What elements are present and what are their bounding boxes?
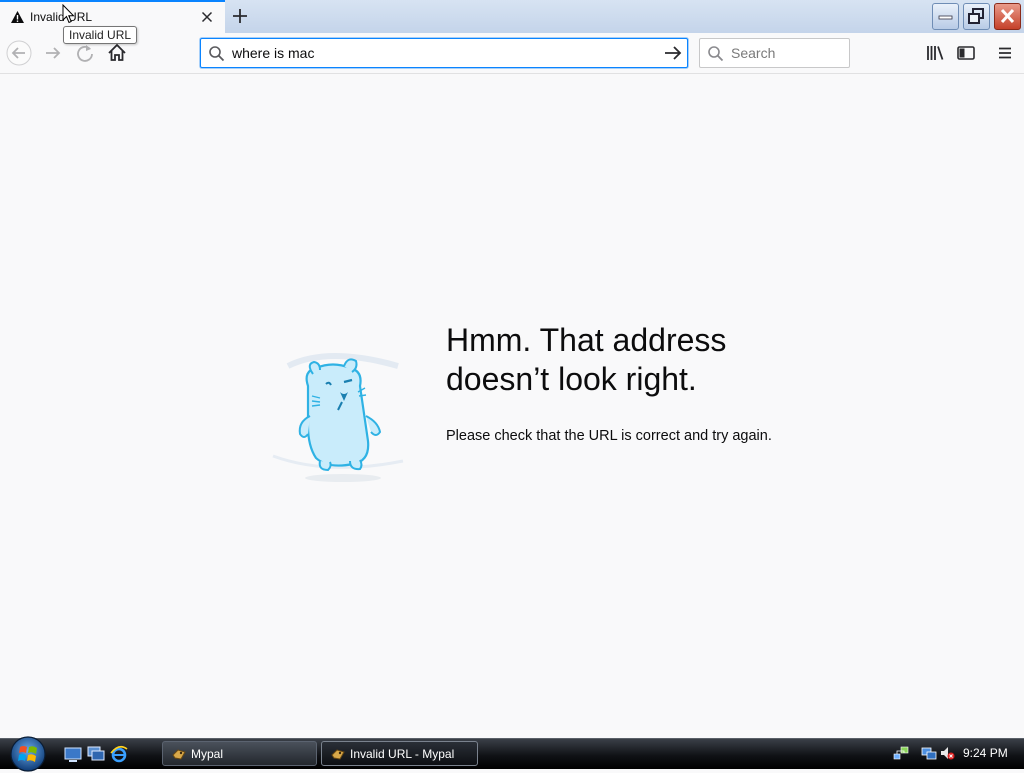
close-icon <box>1000 8 1015 24</box>
error-description: Please check that the URL is correct and… <box>446 428 772 444</box>
url-input[interactable] <box>232 42 652 64</box>
library-icon[interactable] <box>922 40 948 66</box>
start-button-windows-orb-icon[interactable] <box>9 735 47 773</box>
error-page: Hmm. That address doesn’t look right. Pl… <box>0 74 1024 738</box>
navigation-toolbar <box>0 33 1024 74</box>
task-label: Mypal <box>191 747 224 761</box>
minimize-button[interactable] <box>932 3 959 30</box>
restore-button[interactable] <box>963 3 990 30</box>
task-label: Invalid URL - Mypal <box>350 747 455 761</box>
network-connection-icon[interactable] <box>921 745 937 761</box>
search-bar[interactable] <box>699 38 850 68</box>
taskbar-item-invalid-url-mypal[interactable]: Invalid URL - Mypal <box>321 741 478 766</box>
system-clock[interactable]: 9:24 PM <box>963 746 1008 760</box>
show-desktop-icon[interactable] <box>64 745 82 763</box>
new-tab-plus-icon[interactable] <box>229 5 251 27</box>
minimize-icon <box>938 15 953 20</box>
network-status-icon[interactable] <box>893 745 909 761</box>
mypal-app-icon <box>172 749 186 760</box>
error-title: Hmm. That address doesn’t look right. <box>446 322 727 397</box>
hamburger-menu-icon[interactable] <box>992 40 1018 66</box>
search-input[interactable] <box>731 43 841 63</box>
go-arrow-icon[interactable] <box>663 44 683 62</box>
close-window-button[interactable] <box>994 3 1021 30</box>
sidebar-icon[interactable] <box>953 40 979 66</box>
taskbar-item-mypal[interactable]: Mypal <box>162 741 317 766</box>
forward-arrow-icon[interactable] <box>40 40 66 66</box>
restore-icon <box>968 8 984 24</box>
close-tab-icon[interactable] <box>199 9 215 25</box>
tab-tooltip: Invalid URL <box>63 26 138 44</box>
internet-explorer-icon[interactable] <box>110 745 128 763</box>
volume-muted-icon[interactable] <box>939 745 955 761</box>
taskbar: Mypal Invalid URL - Mypal 9:24 PM <box>0 736 1024 772</box>
search-icon <box>209 46 225 62</box>
mypal-app-icon <box>331 749 345 760</box>
tab-strip: Invalid URL <box>0 0 1024 33</box>
confused-gopher-illustration-icon <box>272 353 404 482</box>
search-icon <box>708 46 724 62</box>
mouse-cursor-icon <box>62 4 75 24</box>
address-bar[interactable] <box>200 38 688 68</box>
back-arrow-icon[interactable] <box>6 40 32 66</box>
warning-icon <box>11 11 24 23</box>
switch-windows-icon[interactable] <box>87 745 105 763</box>
